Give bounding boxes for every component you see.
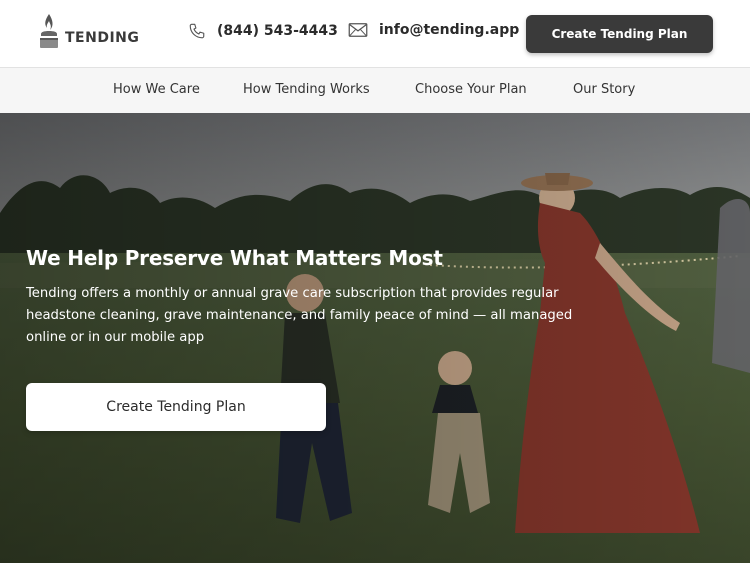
email-link[interactable]: info@tending.app <box>348 22 519 38</box>
hero-section: We Help Preserve What Matters Most Tendi… <box>0 113 750 563</box>
phone-number: (844) 543-4443 <box>217 23 338 39</box>
brand-name: TENDING <box>65 30 140 46</box>
phone-icon <box>189 23 205 39</box>
brand-logo[interactable]: TENDING <box>37 12 139 50</box>
email-address: info@tending.app <box>379 22 520 38</box>
top-header: TENDING (844) 543-4443 info@tending.app … <box>0 0 750 67</box>
nav-how-we-care[interactable]: How We Care <box>113 82 200 97</box>
create-plan-button-hero[interactable]: Create Tending Plan <box>26 383 326 431</box>
phone-link[interactable]: (844) 543-4443 <box>188 22 338 40</box>
hero-title: We Help Preserve What Matters Most <box>26 246 443 270</box>
nav-choose-your-plan[interactable]: Choose Your Plan <box>415 82 527 97</box>
hero-description: Tending offers a monthly or annual grave… <box>26 286 573 345</box>
nav-our-story[interactable]: Our Story <box>573 82 635 97</box>
nav-how-tending-works[interactable]: How Tending Works <box>243 82 370 97</box>
mail-icon <box>348 23 368 37</box>
create-plan-button-header[interactable]: Create Tending Plan <box>526 15 713 53</box>
main-nav: How We Care How Tending Works Choose You… <box>0 67 750 113</box>
candle-flame-icon <box>40 14 58 48</box>
